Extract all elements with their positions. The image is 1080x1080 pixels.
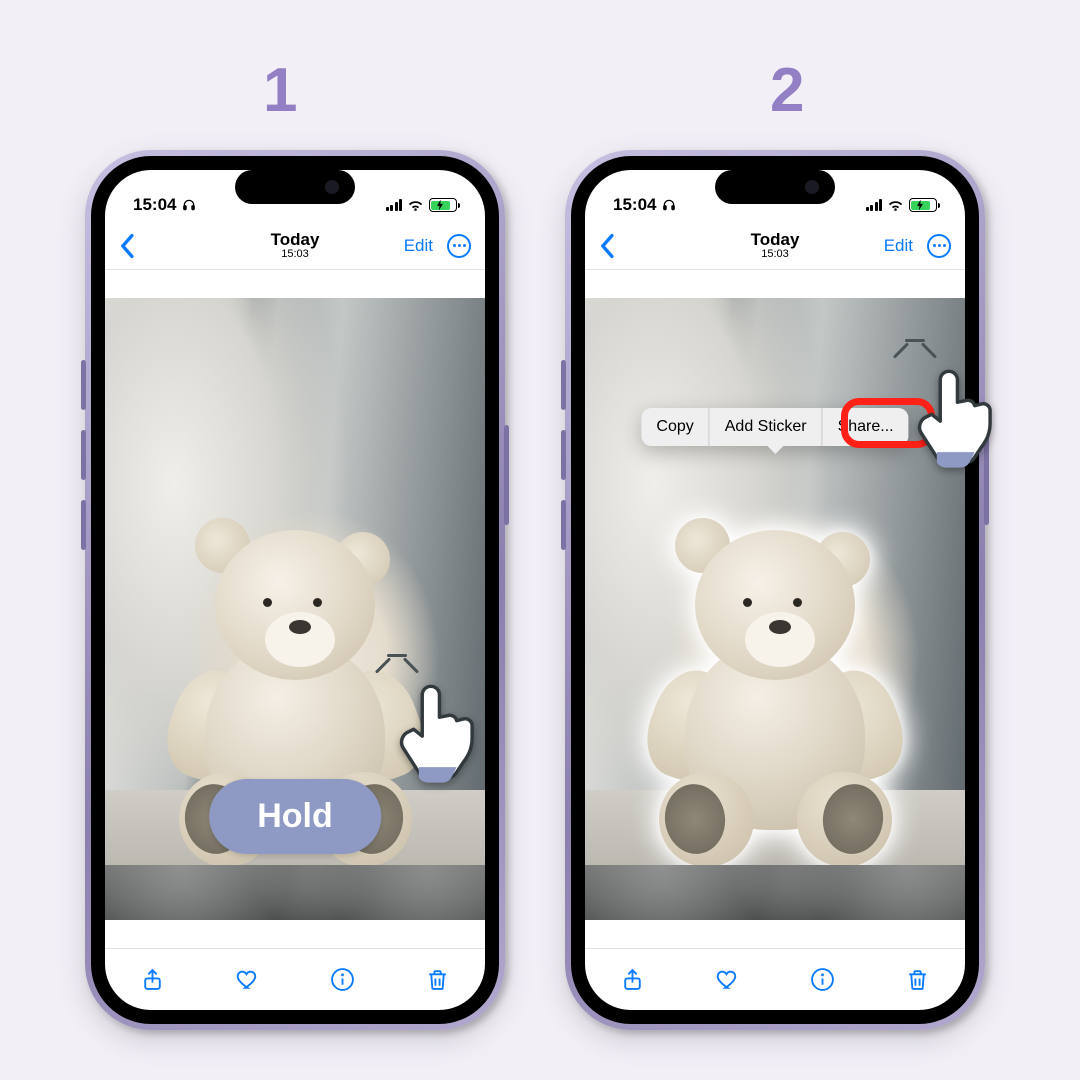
headphones-icon xyxy=(182,198,196,212)
cellular-icon xyxy=(386,199,403,211)
status-time: 15:04 xyxy=(133,195,176,215)
favorite-icon[interactable] xyxy=(715,967,741,993)
status-time: 15:04 xyxy=(613,195,656,215)
photo-subject[interactable] xyxy=(635,520,915,830)
battery-icon xyxy=(429,198,457,212)
bottom-toolbar xyxy=(585,948,965,1010)
dynamic-island xyxy=(235,170,355,204)
nav-title-text: Today xyxy=(271,231,320,249)
more-button[interactable] xyxy=(447,234,471,258)
nav-title: Today 15:03 xyxy=(751,231,800,260)
share-icon[interactable] xyxy=(620,967,646,993)
photo-content[interactable] xyxy=(585,298,965,920)
back-button[interactable] xyxy=(119,233,137,259)
nav-title-text: Today xyxy=(751,231,800,249)
menu-copy[interactable]: Copy xyxy=(641,408,708,446)
phone-mockup-1: 15:04 Today 15:03 Edit xyxy=(85,150,505,1030)
bottom-toolbar xyxy=(105,948,485,1010)
nav-title: Today 15:03 xyxy=(271,231,320,260)
dynamic-island xyxy=(715,170,835,204)
wifi-icon xyxy=(887,199,904,212)
hold-annotation-pill: Hold xyxy=(209,779,381,854)
share-icon[interactable] xyxy=(140,967,166,993)
phone-mockup-2: 15:04 Today 15:03 Edit xyxy=(565,150,985,1030)
info-icon[interactable] xyxy=(330,967,356,993)
back-button[interactable] xyxy=(599,233,617,259)
photo-viewer[interactable]: Copy Add Sticker Share... xyxy=(585,270,965,948)
wifi-icon xyxy=(407,199,424,212)
nav-subtitle-text: 15:03 xyxy=(271,249,320,261)
menu-add-sticker[interactable]: Add Sticker xyxy=(710,408,822,446)
more-button[interactable] xyxy=(927,234,951,258)
info-icon[interactable] xyxy=(810,967,836,993)
home-indicator[interactable] xyxy=(708,1011,843,1016)
headphones-icon xyxy=(662,198,676,212)
trash-icon[interactable] xyxy=(425,967,451,993)
highlight-ring xyxy=(841,398,935,448)
nav-bar: Today 15:03 Edit xyxy=(105,222,485,270)
step-number-2: 2 xyxy=(770,55,804,126)
trash-icon[interactable] xyxy=(905,967,931,993)
edit-button[interactable]: Edit xyxy=(404,236,433,256)
cellular-icon xyxy=(866,199,883,211)
favorite-icon[interactable] xyxy=(235,967,261,993)
edit-button[interactable]: Edit xyxy=(884,236,913,256)
battery-icon xyxy=(909,198,937,212)
step-number-1: 1 xyxy=(263,55,297,126)
nav-subtitle-text: 15:03 xyxy=(751,249,800,261)
nav-bar: Today 15:03 Edit xyxy=(585,222,965,270)
home-indicator[interactable] xyxy=(228,1011,363,1016)
